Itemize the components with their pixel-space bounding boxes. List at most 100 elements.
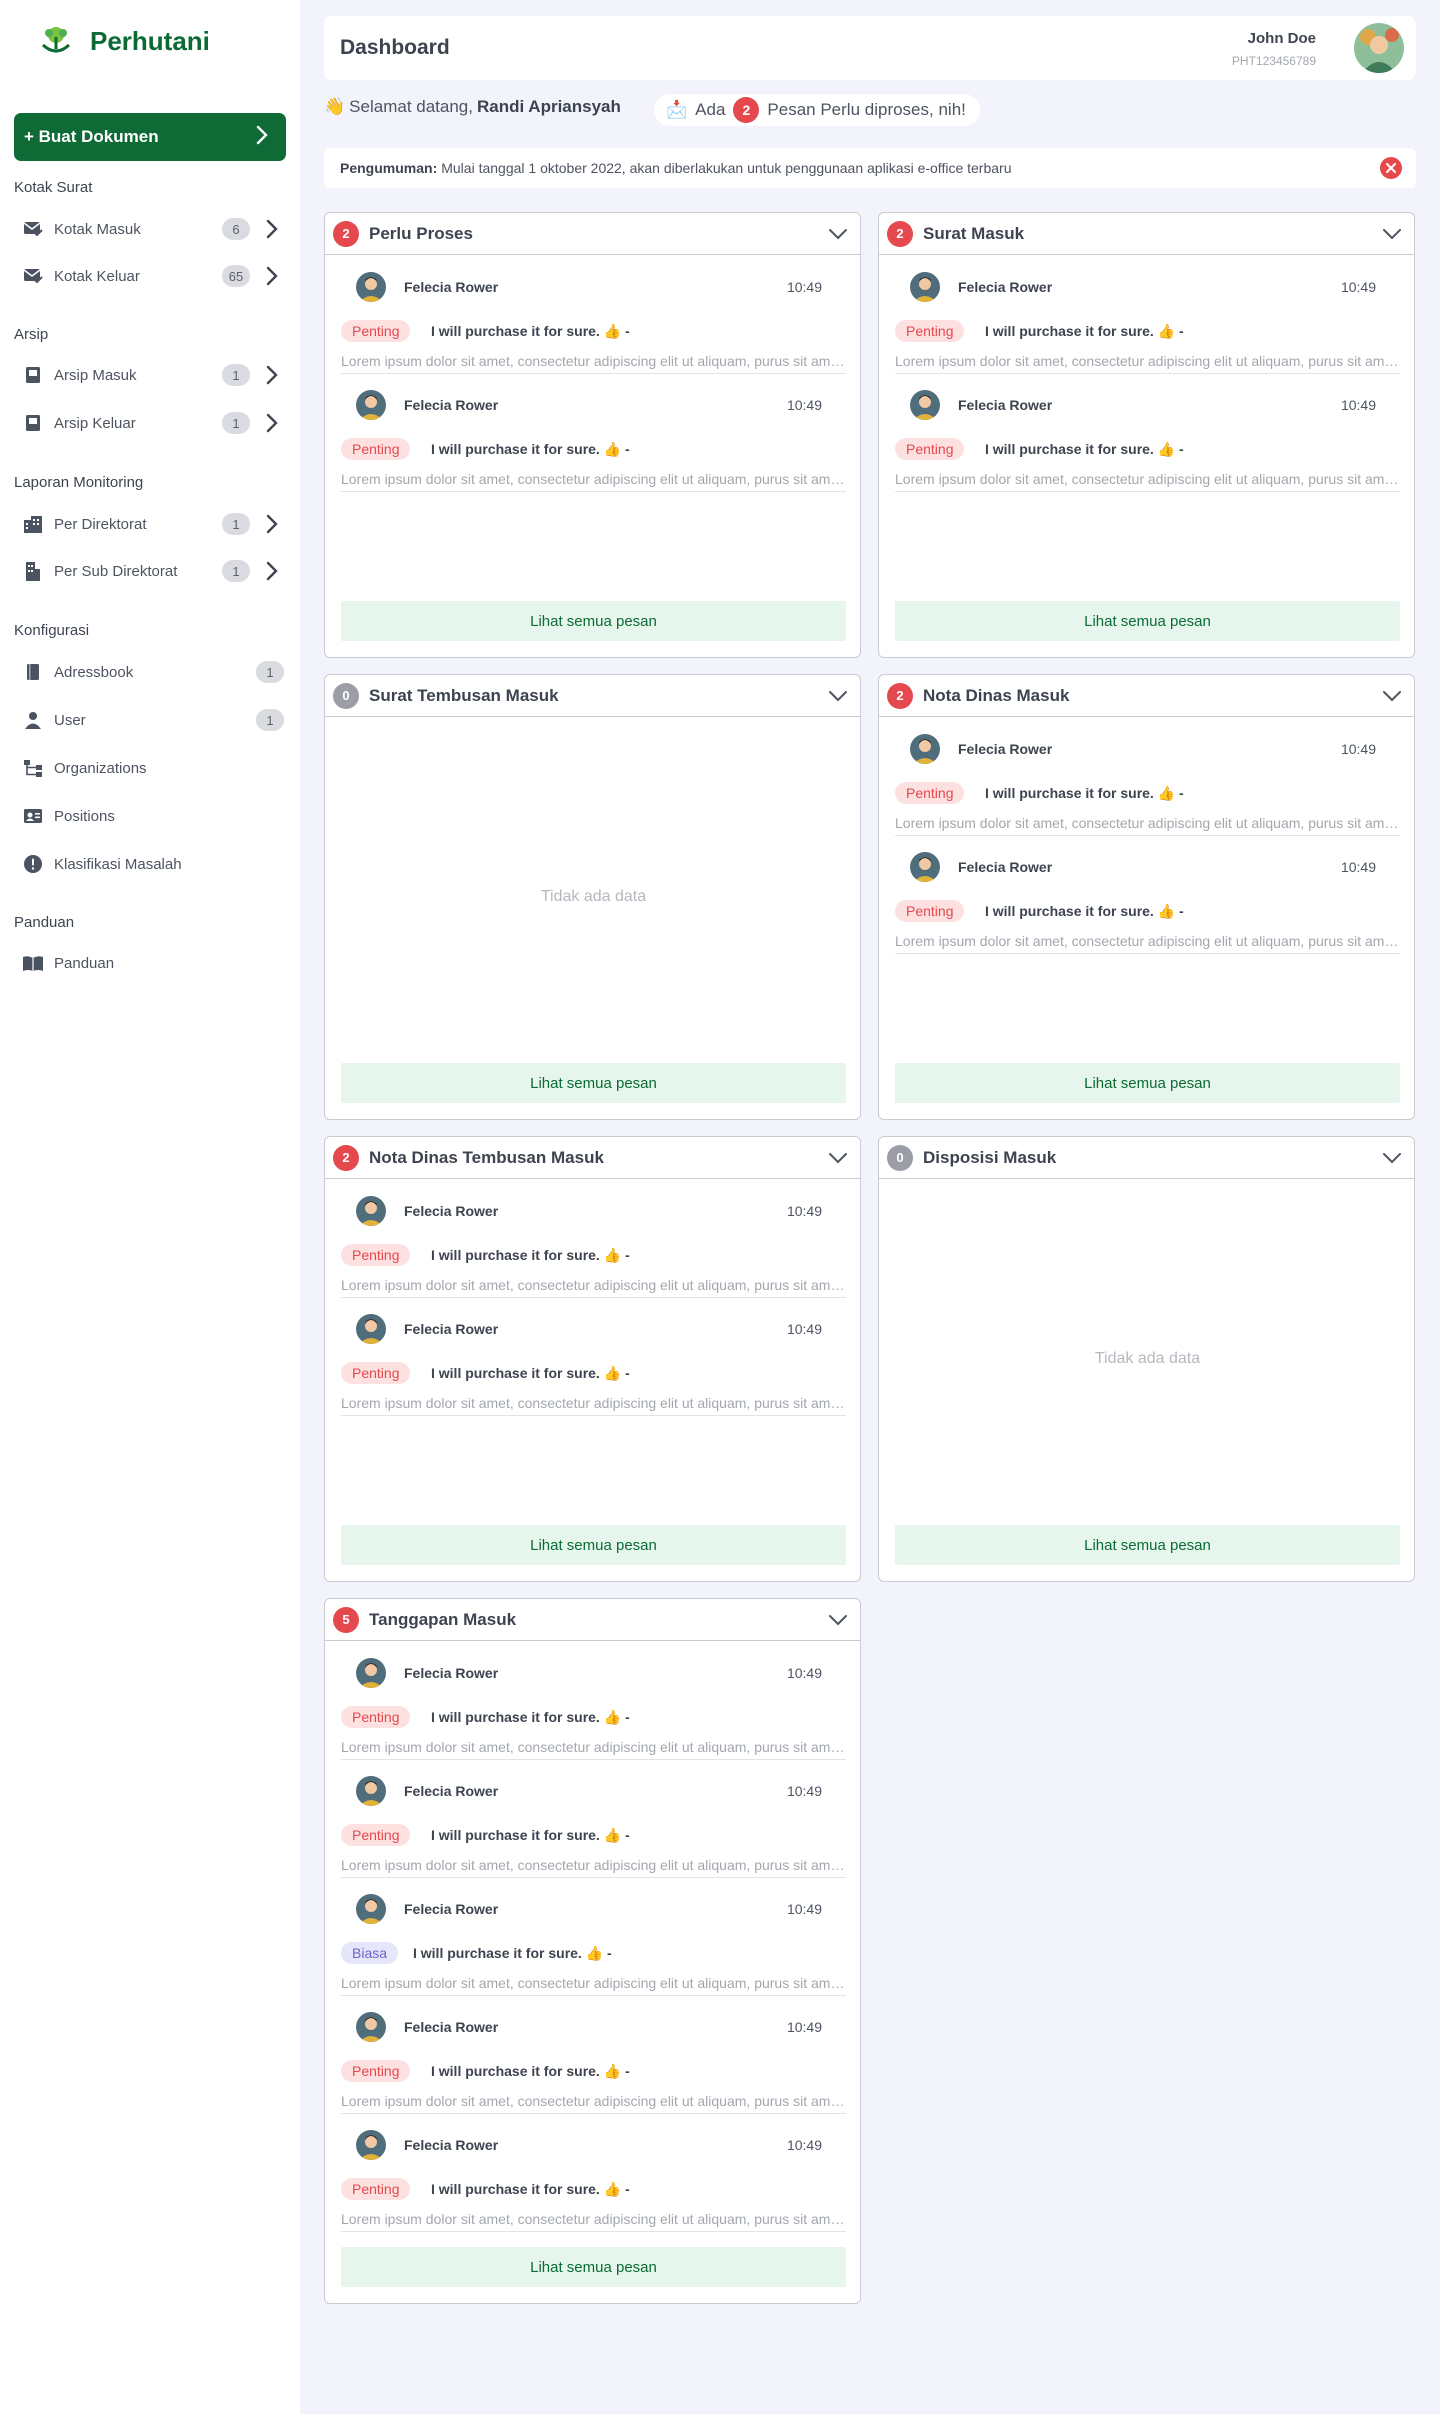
- sidebar-item-panduan[interactable]: Panduan: [22, 946, 284, 980]
- message-item[interactable]: Felecia Rower 10:49 Penting I will purchase…: [341, 1642, 846, 1760]
- chevron-down-icon[interactable]: [824, 1144, 852, 1172]
- sidebar-item-user[interactable]: User 1: [22, 703, 284, 737]
- panel-count-badge: 0: [333, 682, 359, 709]
- open-book-icon: [22, 952, 44, 974]
- sender-avatar: [356, 1314, 386, 1344]
- sidebar-item-label: Kotak Masuk: [54, 220, 141, 238]
- message-item[interactable]: Felecia Rower 10:49 Penting I will purchase…: [895, 836, 1400, 954]
- message-item[interactable]: Felecia Rower 10:49 Penting I will purchase…: [895, 718, 1400, 836]
- see-all-messages-button[interactable]: Lihat semua pesan: [341, 601, 846, 641]
- priority-tag: Penting: [341, 1706, 411, 1728]
- message-preview: Lorem ipsum dolor sit amet, consectetur …: [341, 1975, 846, 1991]
- sidebar-item-positions[interactable]: Positions: [22, 799, 284, 833]
- sidebar-item-arsip-masuk[interactable]: Arsip Masuk 1: [22, 358, 284, 392]
- book-icon: [22, 661, 44, 683]
- message-item[interactable]: Felecia Rower 10:49 Penting I will purchase…: [341, 1298, 846, 1416]
- sidebar-item-kotak-masuk[interactable]: Kotak Masuk 6: [22, 212, 284, 246]
- message-item[interactable]: Felecia Rower 10:49 Penting I will purchase…: [895, 256, 1400, 374]
- message-item[interactable]: Felecia Rower 10:49 Biasa I will purchase i…: [341, 1878, 846, 1996]
- message-preview: Lorem ipsum dolor sit amet, consectetur …: [341, 1277, 846, 1293]
- message-preview: Lorem ipsum dolor sit amet, consectetur …: [341, 471, 846, 487]
- sender-name: Felecia Rower: [404, 1203, 499, 1219]
- sidebar-item-per-direktorat[interactable]: Per Direktorat 1: [22, 507, 284, 541]
- sidebar-item-klasifikasi-masalah[interactable]: Klasifikasi Masalah: [22, 847, 284, 881]
- chevron-right-icon: [252, 124, 272, 151]
- sidebar-item-label: Kotak Keluar: [54, 267, 140, 285]
- sidebar-item-per-sub-direktorat[interactable]: Per Sub Direktorat 1: [22, 554, 284, 588]
- panel-header[interactable]: 2 Nota Dinas Masuk: [879, 675, 1414, 717]
- sidebar-item-organizations[interactable]: Organizations: [22, 751, 284, 785]
- chevron-down-icon[interactable]: [824, 682, 852, 710]
- message-item[interactable]: Felecia Rower 10:49 Penting I will purchase…: [341, 1760, 846, 1878]
- welcome-message: 👋 Selamat datang, Randi Apriansyah: [324, 97, 621, 117]
- user-avatar[interactable]: [1354, 23, 1404, 73]
- panel-header[interactable]: 2 Perlu Proses: [325, 213, 860, 255]
- message-subject: I will purchase it for sure. 👍 -: [985, 441, 1184, 457]
- create-document-button[interactable]: + Buat Dokumen: [14, 113, 286, 161]
- priority-tag: Biasa: [341, 1942, 399, 1964]
- panel-header[interactable]: 0 Surat Tembusan Masuk: [325, 675, 860, 717]
- sender-avatar: [356, 1894, 386, 1924]
- sender-avatar: [356, 390, 386, 420]
- see-all-messages-button[interactable]: Lihat semua pesan: [341, 1525, 846, 1565]
- message-item[interactable]: Felecia Rower 10:49 Penting I will purchase…: [341, 256, 846, 374]
- message-item[interactable]: Felecia Rower 10:49 Penting I will purchase…: [341, 374, 846, 492]
- message-subject: I will purchase it for sure. 👍 -: [431, 323, 630, 339]
- panel-header[interactable]: 5 Tanggapan Masuk: [325, 1599, 860, 1641]
- sender-name: Felecia Rower: [404, 1783, 499, 1799]
- message-subject: I will purchase it for sure. 👍 -: [431, 2063, 630, 2079]
- panel-header[interactable]: 2 Surat Masuk: [879, 213, 1414, 255]
- brand-logo[interactable]: Perhutani: [38, 20, 210, 62]
- see-all-messages-button[interactable]: Lihat semua pesan: [895, 1525, 1400, 1565]
- see-all-messages-button[interactable]: Lihat semua pesan: [341, 2247, 846, 2287]
- sidebar-item-adressbook[interactable]: Adressbook 1: [22, 655, 284, 689]
- sender-name: Felecia Rower: [958, 397, 1053, 413]
- wave-icon: 👋: [324, 97, 346, 116]
- message-time: 10:49: [786, 279, 822, 295]
- panel-count-badge: 2: [333, 1144, 359, 1171]
- chevron-down-icon[interactable]: [824, 1606, 852, 1634]
- sidebar: Perhutani + Buat Dokumen Kotak Surat Ars…: [0, 0, 300, 2414]
- pending-notice[interactable]: 📩 Ada 2 Pesan Perlu diproses, nih!: [654, 94, 980, 126]
- panel-title: Perlu Proses: [369, 223, 473, 243]
- notice-prefix: Ada: [695, 100, 726, 119]
- close-icon[interactable]: [1380, 157, 1402, 179]
- priority-tag: Penting: [341, 320, 411, 342]
- message-item[interactable]: Felecia Rower 10:49 Penting I will purchase…: [895, 374, 1400, 492]
- see-all-messages-button[interactable]: Lihat semua pesan: [341, 1063, 846, 1103]
- priority-tag: Penting: [895, 320, 965, 342]
- sender-avatar: [356, 2012, 386, 2042]
- notice-count-badge: 2: [733, 97, 760, 123]
- priority-tag: Penting: [895, 900, 965, 922]
- welcome-prefix: Selamat datang,: [349, 97, 473, 116]
- chevron-down-icon[interactable]: [1378, 1144, 1406, 1172]
- message-item[interactable]: Felecia Rower 10:49 Penting I will purchase…: [341, 1180, 846, 1298]
- message-item[interactable]: Felecia Rower 10:49 Penting I will purchase…: [341, 2114, 846, 2232]
- sender-name: Felecia Rower: [958, 859, 1053, 875]
- alert-circle-icon: [22, 853, 44, 875]
- chevron-down-icon[interactable]: [824, 220, 852, 248]
- message-item[interactable]: Felecia Rower 10:49 Penting I will purchase…: [341, 1996, 846, 2114]
- announcement-bar: Pengumuman: Mulai tanggal 1 oktober 2022…: [324, 148, 1416, 188]
- panel-title: Surat Masuk: [923, 223, 1025, 243]
- sidebar-item-label: User: [54, 711, 86, 729]
- priority-tag: Penting: [341, 1362, 411, 1384]
- count-badge: 65: [222, 265, 250, 287]
- sender-name: Felecia Rower: [404, 1665, 499, 1681]
- chevron-down-icon[interactable]: [1378, 220, 1406, 248]
- sub-building-icon: [22, 560, 44, 582]
- sidebar-item-kotak-keluar[interactable]: Kotak Keluar 65: [22, 259, 284, 293]
- panel-header[interactable]: 0 Disposisi Masuk: [879, 1137, 1414, 1179]
- sidebar-item-arsip-keluar[interactable]: Arsip Keluar 1: [22, 406, 284, 440]
- panel-header[interactable]: 2 Nota Dinas Tembusan Masuk: [325, 1137, 860, 1179]
- id-card-icon: [22, 805, 44, 827]
- chevron-right-icon: [260, 512, 284, 536]
- see-all-messages-button[interactable]: Lihat semua pesan: [895, 601, 1400, 641]
- panel-count-badge: 2: [887, 682, 913, 709]
- sender-name: Felecia Rower: [404, 2019, 499, 2035]
- chevron-right-icon: [260, 411, 284, 435]
- panel-count-badge: 2: [333, 220, 359, 247]
- chevron-down-icon[interactable]: [1378, 682, 1406, 710]
- see-all-messages-button[interactable]: Lihat semua pesan: [895, 1063, 1400, 1103]
- sidebar-item-label: Positions: [54, 807, 115, 825]
